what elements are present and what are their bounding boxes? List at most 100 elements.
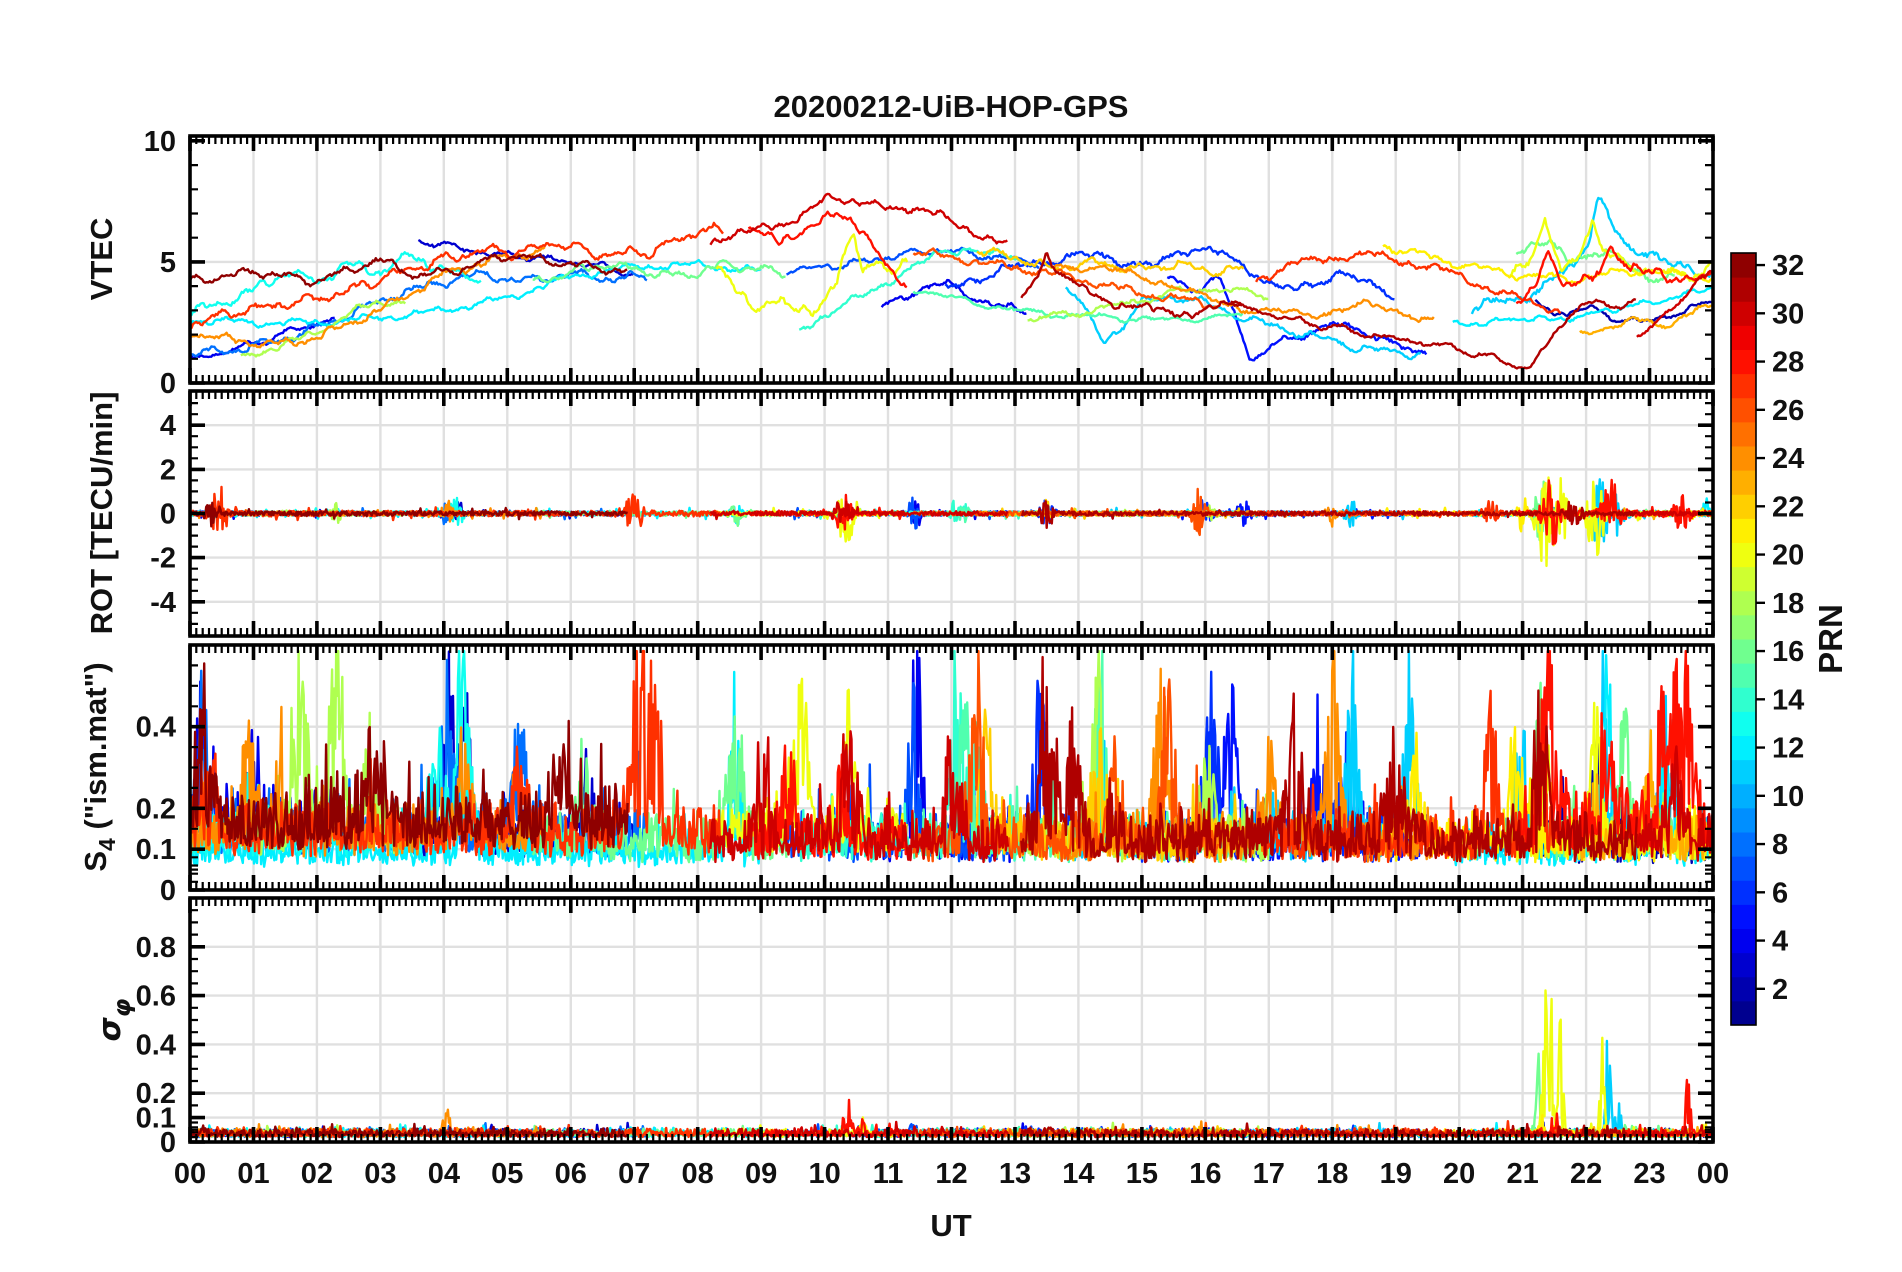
x-tick-label: 06	[555, 1158, 587, 1190]
colorbar-tick-label: 20	[1772, 540, 1804, 572]
colorbar-block-prn-2	[1731, 976, 1756, 1002]
colorbar-tick-label: 4	[1772, 926, 1788, 958]
sigma_phi-ytick-label: 0.6	[136, 981, 176, 1013]
colorbar-label: PRN	[1812, 604, 1849, 674]
colorbar-block-prn-20	[1731, 542, 1756, 568]
x-tick-label: 21	[1506, 1158, 1538, 1190]
colorbar-tick-label: 16	[1772, 636, 1804, 668]
colorbar-tick-label: 30	[1772, 298, 1804, 330]
colorbar-tick-label: 24	[1772, 443, 1804, 475]
colorbar-tick-label: 18	[1772, 588, 1804, 620]
colorbar-tick-label: 32	[1772, 250, 1804, 282]
x-tick-label: 13	[999, 1158, 1031, 1190]
colorbar-block-prn-1	[1731, 1000, 1756, 1026]
x-tick-label: 05	[491, 1158, 523, 1190]
prn-30-trace	[709, 192, 1008, 246]
colorbar-block-prn-26	[1731, 397, 1756, 423]
prn-27-trace	[1255, 250, 1562, 315]
s4-ytick-label: 0.1	[136, 834, 176, 866]
colorbar-block-prn-19	[1731, 566, 1756, 592]
colorbar-block-prn-23	[1731, 470, 1756, 495]
colorbar-tick-label: 14	[1772, 684, 1804, 716]
colorbar-block-prn-3	[1731, 952, 1756, 978]
x-tick-label: 14	[1062, 1158, 1094, 1190]
x-tick-label: 22	[1570, 1158, 1602, 1190]
x-tick-label: 00	[1697, 1158, 1729, 1190]
x-tick-label: 20	[1443, 1158, 1475, 1190]
colorbar-block-prn-29	[1731, 325, 1756, 350]
colorbar-block-prn-18	[1731, 590, 1756, 616]
x-tick-label: 12	[935, 1158, 967, 1190]
prn-30-trace	[709, 500, 1009, 523]
x-tick-label: 11	[873, 1158, 904, 1190]
sigma_phi-ytick-label: 0.8	[136, 932, 176, 964]
x-tick-label: 02	[301, 1158, 333, 1190]
colorbar-block-prn-13	[1731, 711, 1756, 736]
x-axis-label: UT	[930, 1208, 971, 1243]
colorbar-block-prn-4	[1731, 928, 1756, 954]
figure-window: 0 5 10 -4 -2 0 2 4 0 0.1 0.2 0.4 0 0.1 0.2 0.4 0.6 0.8 00 0…	[0, 0, 1902, 1272]
colorbar-block-prn-7	[1731, 856, 1756, 881]
prn-24-trace	[1052, 263, 1435, 324]
x-tick-label: 00	[174, 1158, 206, 1190]
colorbar-tick-label: 28	[1772, 347, 1804, 379]
s4-axis-label: S4 ("ism.mat")	[78, 662, 120, 871]
colorbar-block-prn-14	[1731, 687, 1756, 712]
colorbar-block-prn-6	[1731, 880, 1756, 905]
colorbar-block-prn-32	[1731, 253, 1756, 278]
chart-title: 20200212-UiB-HOP-GPS	[774, 89, 1129, 124]
colorbar-block-prn-11	[1731, 759, 1756, 785]
colorbar-ticks	[1756, 263, 1765, 990]
x-tick-label: 18	[1316, 1158, 1348, 1190]
sigma-phi-axis-label: σφ	[92, 998, 136, 1041]
rot-ytick-label: -2	[150, 543, 176, 575]
colorbar-block-prn-12	[1731, 735, 1756, 761]
sigma_phi-ytick-label: 0.4	[136, 1029, 176, 1061]
sigma_phi-ytick-label: 0.2	[136, 1078, 176, 1110]
prn-32-trace	[188, 253, 628, 288]
colorbar-block-prn-28	[1731, 349, 1756, 375]
prn-12-trace	[1452, 286, 1713, 327]
colorbar-tick-label: 22	[1772, 491, 1804, 523]
vtec-ytick-label: 0	[160, 368, 176, 400]
prn-28-trace	[747, 210, 908, 289]
rot-ytick-label: 2	[160, 454, 176, 486]
rot-axis-label: ROT [TECU/min]	[84, 392, 119, 635]
x-tick-label: 10	[808, 1158, 840, 1190]
sigma_phi-gridlines	[190, 898, 1713, 1142]
generated-chart-content: 0510-4-202400.10.20.400.10.20.40.60.800 0…	[136, 126, 1805, 1190]
s4-ytick-label: 0.2	[136, 793, 176, 825]
s4-ytick-label: 0.4	[136, 712, 176, 744]
vtec-panel: 0 5 10	[144, 126, 1715, 400]
x-tick-label: 17	[1253, 1158, 1285, 1190]
x-tick-label: 16	[1189, 1158, 1221, 1190]
colorbar-block-prn-16	[1731, 639, 1756, 664]
colorbar-block-prn-10	[1731, 783, 1756, 809]
x-tick-label: 03	[364, 1158, 396, 1190]
prn-6-trace	[944, 245, 1395, 301]
colorbar-block-prn-27	[1731, 373, 1756, 399]
colorbar-block-prn-9	[1731, 807, 1756, 833]
vtec-ytick-label: 5	[160, 247, 176, 279]
s4-panel: 0 0.1 0.2 0.4	[136, 643, 1715, 907]
rot-ytick-label: -4	[150, 587, 176, 619]
colorbar-block-prn-15	[1731, 663, 1756, 688]
x-tick-label: 08	[682, 1158, 714, 1190]
x-tick-label: 09	[745, 1158, 777, 1190]
vtec-axis-label: VTEC	[84, 218, 119, 301]
vtec-ytick-label: 10	[144, 126, 176, 158]
x-tick-label: 19	[1380, 1158, 1412, 1190]
x-tick-label: 23	[1633, 1158, 1665, 1190]
colorbar-tick-label: 10	[1772, 781, 1804, 813]
x-tick-label: 04	[428, 1158, 460, 1190]
prn-20-trace	[715, 233, 909, 318]
prn-colorbar: 2468101214161820222426283032	[1730, 250, 1804, 1026]
x-tick-labels: 00 01 02 03 04 05 06 07 08 09 10 11 12 13 14 15 16 17 18 19…	[174, 1158, 1729, 1190]
colorbar-block-prn-17	[1731, 614, 1756, 640]
colorbar-block-prn-21	[1731, 518, 1756, 543]
x-tick-label: 15	[1126, 1158, 1158, 1190]
colorbar-block-prn-8	[1731, 832, 1756, 857]
colorbar-block-prn-24	[1731, 446, 1756, 471]
colorbar-tick-label: 2	[1772, 974, 1788, 1006]
s4-ytick-label: 0	[160, 875, 176, 907]
